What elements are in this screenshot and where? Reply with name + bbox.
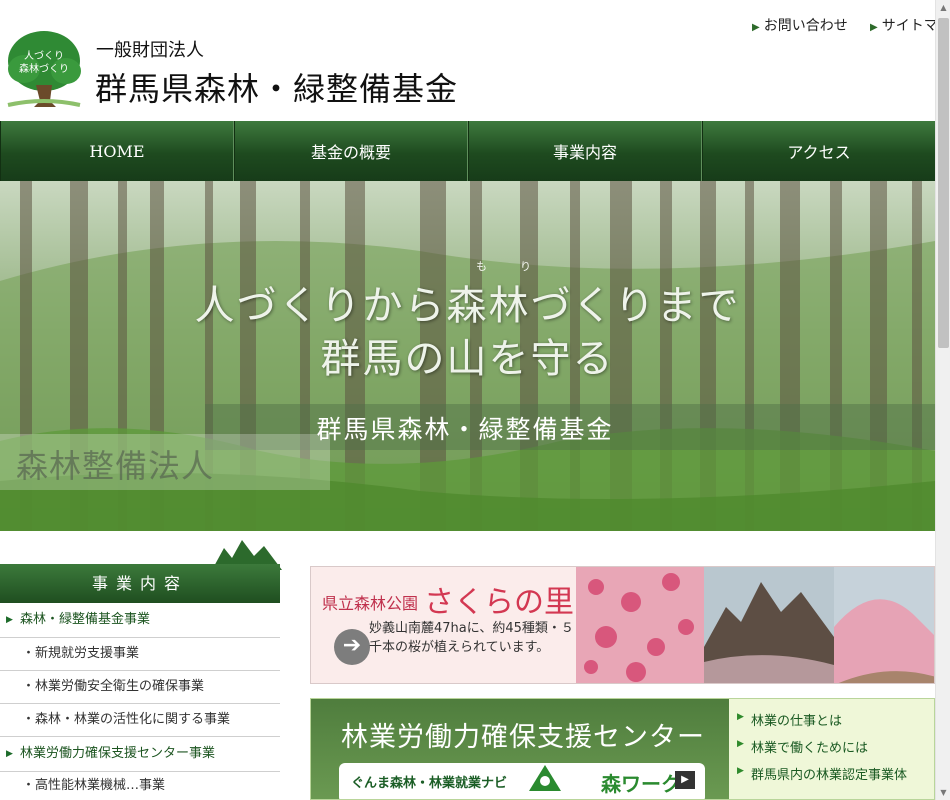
hero-banner: も り 人づくりから森林づくりまで 群馬の山を守る 群馬県森林・緑整備基金 森林… xyxy=(0,181,935,531)
arrow-right-icon[interactable]: ➔ xyxy=(334,629,370,665)
sakura-park-label: 県立森林公園 xyxy=(322,594,419,613)
nav-home[interactable]: HOME xyxy=(0,121,234,181)
sakura-banner[interactable]: 県立森林公園 さくらの里 ➔ 妙義山南麓47haに、約45種類・５千本の桜が植え… xyxy=(310,566,935,684)
support-center-links: ▶ 林業の仕事とは ▶ 林業で働くためには ▶ 群馬県内の林業認定事業体 xyxy=(729,699,934,799)
org-name[interactable]: 群馬県森林・緑整備基金 xyxy=(95,64,458,110)
site-header: 人づくり 森林づくり 一般財団法人 群馬県森林・緑整備基金 ▶ お問い合わせ ▶ サ… xyxy=(0,0,938,121)
vertical-scrollbar[interactable]: ▲ ▼ xyxy=(935,0,950,800)
morework-logo-text: 森ワーク xyxy=(601,772,681,796)
hero-ruby-mo: も xyxy=(476,260,487,273)
triangle-right-icon: ▶ xyxy=(6,749,13,759)
sakura-photos xyxy=(576,567,934,683)
logo-tree-icon[interactable]: 人づくり 森林づくり xyxy=(6,27,82,109)
sitemap-link[interactable]: ▶ サイトマ xyxy=(870,15,938,35)
support-center-promo[interactable]: 林業労働力確保支援センター ぐんま森林・林業就業ナビ 森ワーク ▶ xyxy=(311,699,729,799)
scrollbar-thumb[interactable] xyxy=(938,18,949,348)
link-how-to-work[interactable]: ▶ 林業で働くためには xyxy=(737,737,869,756)
hero-headline-1: 人づくりから森林づくりまで xyxy=(194,283,741,329)
sidebar-item-fund[interactable]: ▶ 森林・緑整備基金事業 xyxy=(0,603,280,638)
contact-link[interactable]: ▶ お問い合わせ xyxy=(752,15,848,35)
nav-access[interactable]: アクセス xyxy=(702,121,935,181)
org-type: 一般財団法人 xyxy=(96,40,204,61)
main-nav: HOME 基金の概要 事業内容 アクセス xyxy=(0,121,935,181)
support-center-title: 林業労働力確保支援センター xyxy=(341,722,705,753)
navi-label: ぐんま森林・林業就業ナビ xyxy=(351,776,508,791)
triangle-right-icon: ▶ xyxy=(737,739,744,749)
sidebar-item-label: 森林・緑整備基金事業 xyxy=(20,612,151,627)
logo-text-1: 人づくり xyxy=(24,50,64,62)
sidebar-item-safety[interactable]: ・林業労働安全衛生の確保事業 xyxy=(0,671,280,704)
hero-ruby-ri: り xyxy=(520,260,531,273)
triangle-right-icon: ▶ xyxy=(737,766,744,776)
sidebar-item-employment[interactable]: ・新規就労支援事業 xyxy=(0,638,280,671)
sidebar-item-label: 林業労働力確保支援センター事業 xyxy=(20,746,216,761)
triangle-right-icon: ▶ xyxy=(752,22,760,33)
play-icon: ▶ xyxy=(675,771,695,789)
triangle-right-icon: ▶ xyxy=(870,22,878,33)
sitemap-link-label: サイトマ xyxy=(881,18,938,34)
triangle-right-icon: ▶ xyxy=(6,615,13,625)
support-center-banner: 林業労働力確保支援センター ぐんま森林・林業就業ナビ 森ワーク ▶ ▶ 林業の仕… xyxy=(310,698,935,800)
sidebar-item-support-center[interactable]: ▶ 林業労働力確保支援センター事業 xyxy=(0,737,280,772)
morework-navi[interactable]: ぐんま森林・林業就業ナビ 森ワーク ▶ xyxy=(339,763,705,799)
sakura-title: さくらの里 xyxy=(424,585,574,620)
sidebar-item-activation[interactable]: ・森林・林業の活性化に関する事業 xyxy=(0,704,280,737)
nav-business[interactable]: 事業内容 xyxy=(468,121,702,181)
link-forestry-work[interactable]: ▶ 林業の仕事とは xyxy=(737,710,843,729)
hero-left-text: 森林整備法人 xyxy=(16,447,215,485)
sakura-description: 妙義山南麓47haに、約45種類・５千本の桜が植えられています。 xyxy=(369,621,574,655)
sidebar-item-machinery[interactable]: ・高性能林業機械…事業 xyxy=(0,772,280,800)
contact-link-label: お問い合わせ xyxy=(763,18,848,34)
scroll-up-icon[interactable]: ▲ xyxy=(936,0,950,15)
hero-headline-2: 群馬の山を守る xyxy=(320,336,615,382)
link-label: 群馬県内の林業認定事業体 xyxy=(751,768,908,783)
scroll-down-icon[interactable]: ▼ xyxy=(936,785,950,800)
link-label: 林業で働くためには xyxy=(751,741,869,756)
tree-logo-icon xyxy=(529,765,561,791)
logo-text-2: 森林づくり xyxy=(19,62,69,75)
sidebar-heading: 事業内容 xyxy=(0,564,280,603)
triangle-right-icon: ▶ xyxy=(737,712,744,722)
link-certified-businesses[interactable]: ▶ 群馬県内の林業認定事業体 xyxy=(737,764,908,783)
link-label: 林業の仕事とは xyxy=(751,714,843,729)
nav-about[interactable]: 基金の概要 xyxy=(234,121,468,181)
